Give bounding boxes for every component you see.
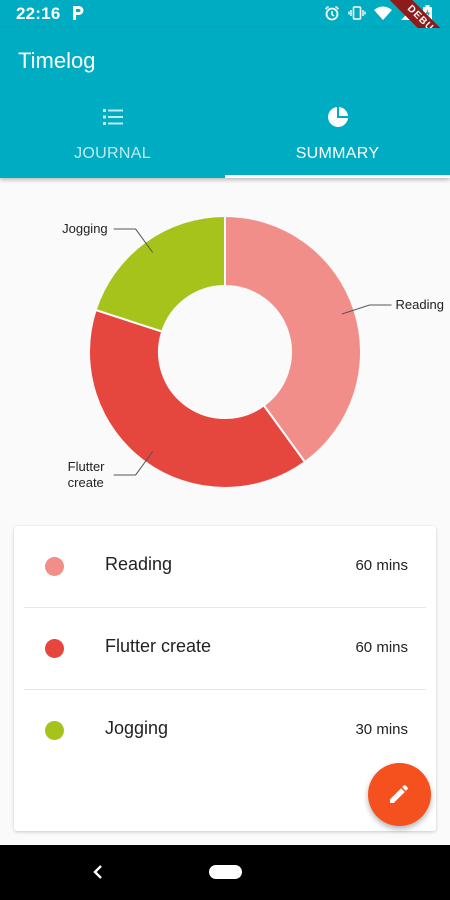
tab-bar: JOURNAL SUMMARY [0,100,450,178]
system-nav-bar [0,845,450,900]
list-item-name: Reading [105,554,173,574]
list-icon [103,109,123,125]
app-title: Timelog [18,48,96,73]
app-bar: Timelog JOURNAL SUMMARY [0,28,450,178]
tab-journal[interactable]: JOURNAL [0,100,225,178]
donut-chart: Reading Flutter create Jogging [62,214,444,490]
donut-slice-jogging[interactable] [94,214,226,333]
alarm-icon [324,5,340,21]
parking-icon [73,6,84,20]
back-chevron-icon[interactable] [88,862,108,882]
pencil-icon [390,784,409,803]
slice-label: Flutter create [68,459,106,490]
slice-label: Jogging [62,221,108,236]
flutter-create-color-dot [45,639,64,658]
list-item-value: 60 mins [355,557,408,574]
list-item-name: Jogging [105,718,169,738]
status-time: 22:16 [16,4,61,23]
tab-summary-label: SUMMARY [295,145,380,162]
summary-chart: Reading Flutter create Jogging [0,178,450,518]
list-item[interactable]: Jogging 30 mins [14,690,436,772]
list-item[interactable]: Reading 60 mins [14,526,436,608]
jogging-color-dot [45,721,64,740]
tab-summary[interactable]: SUMMARY [225,100,450,178]
status-bar: 22:16 DEBUG [0,0,450,67]
tab-journal-label: JOURNAL [74,145,151,162]
list-item-value: 60 mins [355,639,408,656]
list-item[interactable]: Flutter create 60 mins [14,608,436,690]
wifi-icon [374,6,392,20]
vibrate-icon [348,6,366,20]
list-item-name: Flutter create [105,636,212,656]
home-pill-icon[interactable] [209,865,242,879]
list-item-value: 30 mins [355,721,408,738]
pie-chart-icon [328,107,348,127]
reading-color-dot [45,557,64,576]
slice-label: Reading [396,297,444,312]
edit-fab-button[interactable] [368,763,431,826]
